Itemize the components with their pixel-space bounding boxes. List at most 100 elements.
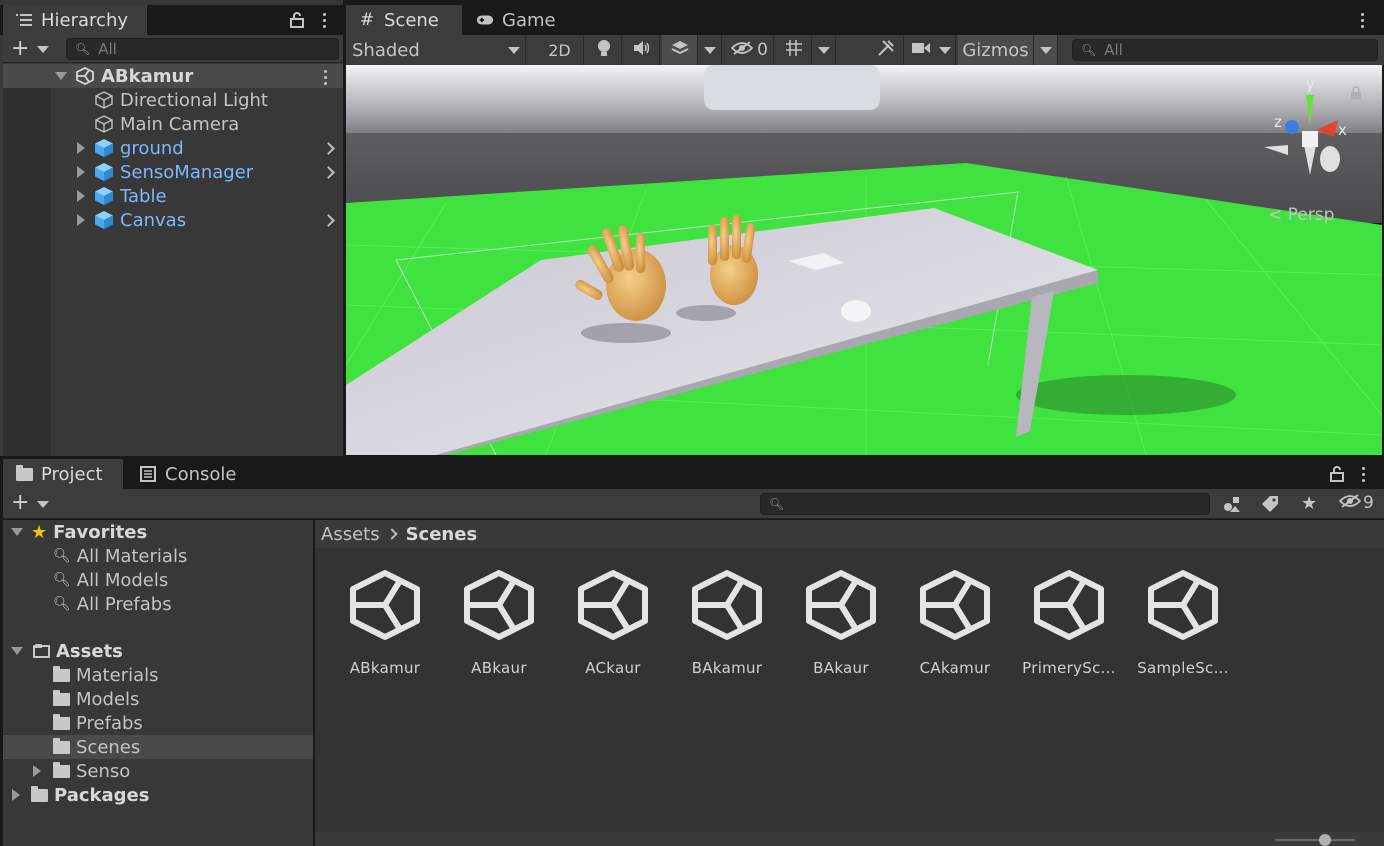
open-prefab-arrow-icon[interactable] bbox=[322, 166, 335, 179]
hierarchy-item-label: Table bbox=[120, 185, 167, 207]
scene-visibility-toggle[interactable]: 0 bbox=[726, 35, 774, 65]
hierarchy-item-sensomanager[interactable]: SensoManager bbox=[0, 160, 343, 184]
hand-shadow bbox=[676, 305, 736, 321]
gizmos-label: Gizmos bbox=[962, 39, 1029, 61]
hierarchy-panel: Hierarchy + 🔍︎ All ABkamur Directional L… bbox=[0, 0, 343, 456]
hierarchy-item-canvas[interactable]: Canvas bbox=[0, 208, 343, 232]
create-add-icon[interactable]: + bbox=[11, 38, 29, 60]
prefab-cube-icon bbox=[94, 162, 114, 182]
search-icon: 🔍︎ bbox=[75, 42, 91, 56]
scene-panel: # Scene Game Shaded 2D 0 Gizmos 🔍︎ All y… bbox=[346, 0, 1384, 456]
chevron-down-icon bbox=[508, 47, 520, 54]
scene-viewport[interactable]: y x z < Persp bbox=[346, 65, 1382, 455]
scene-search-placeholder: All bbox=[1104, 41, 1123, 59]
gizmo-lock-icon[interactable] bbox=[1350, 85, 1362, 105]
unity-scene-icon bbox=[920, 570, 990, 640]
prefab-cube-icon bbox=[94, 186, 114, 206]
video-camera-icon bbox=[911, 40, 931, 60]
table-shadow bbox=[1016, 375, 1236, 415]
shading-mode-value: Shaded bbox=[352, 39, 420, 61]
grid-toggle[interactable] bbox=[776, 35, 812, 65]
hierarchy-item-main-camera[interactable]: Main Camera bbox=[0, 112, 343, 136]
projection-label[interactable]: < Persp bbox=[1268, 205, 1334, 225]
scene-toolbar: Shaded 2D 0 Gizmos 🔍︎ All bbox=[346, 35, 1384, 65]
scene-menu-icon[interactable] bbox=[1359, 13, 1365, 28]
shading-mode-dropdown[interactable]: Shaded bbox=[346, 35, 526, 65]
scene-render bbox=[346, 65, 1382, 455]
hidden-count: 0 bbox=[757, 40, 768, 60]
gameobject-cube-icon bbox=[94, 90, 114, 110]
tab-game[interactable]: Game bbox=[464, 5, 574, 35]
asset-scene-samplesc[interactable]: SampleSc... bbox=[1133, 565, 1233, 677]
scene-search-input[interactable]: 🔍︎ All bbox=[1072, 39, 1378, 61]
scene-name: ABkamur bbox=[101, 65, 194, 87]
gizmo-y-label: y bbox=[1306, 75, 1315, 93]
asset-scene-abkamur[interactable]: ABkamur bbox=[335, 565, 435, 677]
speaker-icon bbox=[633, 40, 651, 61]
lightbulb-icon bbox=[597, 39, 611, 62]
chevron-down-icon bbox=[703, 46, 716, 54]
right-hand bbox=[708, 215, 758, 305]
hierarchy-item-directional-light[interactable]: Directional Light bbox=[0, 88, 343, 112]
open-prefab-arrow-icon[interactable] bbox=[322, 142, 335, 155]
asset-scene-primerysc[interactable]: PrimerySc... bbox=[1019, 565, 1119, 677]
asset-label: BAkamur bbox=[691, 659, 763, 677]
chevron-down-icon bbox=[1039, 46, 1052, 54]
lighting-toggle[interactable] bbox=[586, 35, 622, 65]
expand-arrow-icon[interactable] bbox=[55, 72, 67, 80]
tools-icon bbox=[877, 39, 895, 62]
expand-arrow-icon[interactable] bbox=[77, 142, 85, 154]
effects-toggle[interactable] bbox=[662, 35, 698, 65]
chevron-down-icon bbox=[817, 46, 830, 54]
unity-scene-icon bbox=[350, 570, 420, 640]
grid-dropdown[interactable] bbox=[812, 35, 836, 65]
scene-root-row[interactable]: ABkamur bbox=[3, 64, 343, 88]
prefab-cube-icon bbox=[94, 138, 114, 158]
camera-toggle[interactable] bbox=[906, 35, 956, 65]
orientation-gizmo[interactable]: y x z bbox=[1258, 75, 1358, 185]
asset-label: CAkamur bbox=[919, 659, 991, 677]
tab-game-label: Game bbox=[502, 9, 556, 31]
asset-label: PrimerySc... bbox=[1022, 659, 1116, 677]
expand-arrow-icon[interactable] bbox=[77, 214, 85, 226]
asset-label: BAkaur bbox=[813, 659, 869, 677]
unity-scene-icon bbox=[75, 66, 95, 86]
tools-toggle[interactable] bbox=[868, 35, 904, 65]
gizmos-button[interactable]: Gizmos bbox=[958, 35, 1034, 65]
lock-icon[interactable] bbox=[290, 12, 304, 33]
asset-scene-abkaur[interactable]: ABkaur bbox=[449, 565, 549, 677]
ui-canvas-shape bbox=[704, 65, 880, 110]
gamepad-icon bbox=[476, 11, 494, 29]
expand-arrow-icon[interactable] bbox=[77, 166, 85, 178]
hierarchy-search-input[interactable]: 🔍︎ All bbox=[66, 38, 339, 60]
create-dropdown-icon[interactable] bbox=[37, 46, 49, 53]
tab-hierarchy[interactable]: Hierarchy bbox=[3, 5, 147, 35]
gizmos-dropdown[interactable] bbox=[1034, 35, 1058, 65]
hierarchy-item-label: SensoManager bbox=[120, 161, 254, 183]
gameobject-cube-icon bbox=[94, 114, 114, 134]
layers-icon bbox=[671, 40, 689, 61]
audio-toggle[interactable] bbox=[624, 35, 660, 65]
asset-scene-ackaur[interactable]: ACkaur bbox=[563, 565, 663, 677]
hierarchy-item-table[interactable]: Table bbox=[0, 184, 343, 208]
unity-scene-icon bbox=[1148, 570, 1218, 640]
toggle-2d-button[interactable]: 2D bbox=[536, 35, 584, 65]
scene-tabbar: # Scene Game bbox=[346, 5, 1384, 35]
hierarchy-menu-icon[interactable] bbox=[321, 13, 327, 28]
asset-label: ACkaur bbox=[585, 659, 641, 677]
asset-scene-cakamur[interactable]: CAkamur bbox=[905, 565, 1005, 677]
hierarchy-item-ground[interactable]: ground bbox=[0, 136, 343, 160]
asset-scene-bakamur[interactable]: BAkamur bbox=[677, 565, 777, 677]
tab-scene-label: Scene bbox=[384, 9, 439, 31]
open-prefab-arrow-icon[interactable] bbox=[322, 214, 335, 227]
effects-dropdown[interactable] bbox=[698, 35, 722, 65]
asset-scene-bakaur[interactable]: BAkaur bbox=[791, 565, 891, 677]
toggle-2d-label: 2D bbox=[548, 40, 571, 60]
gizmo-x-label: x bbox=[1338, 121, 1347, 139]
expand-arrow-icon[interactable] bbox=[77, 190, 85, 202]
prefab-cube-icon bbox=[94, 210, 114, 230]
scene-menu-icon[interactable] bbox=[322, 70, 328, 85]
tab-scene[interactable]: # Scene bbox=[346, 5, 462, 35]
hand-shadow bbox=[581, 323, 671, 343]
chevron-down-icon bbox=[938, 46, 951, 54]
